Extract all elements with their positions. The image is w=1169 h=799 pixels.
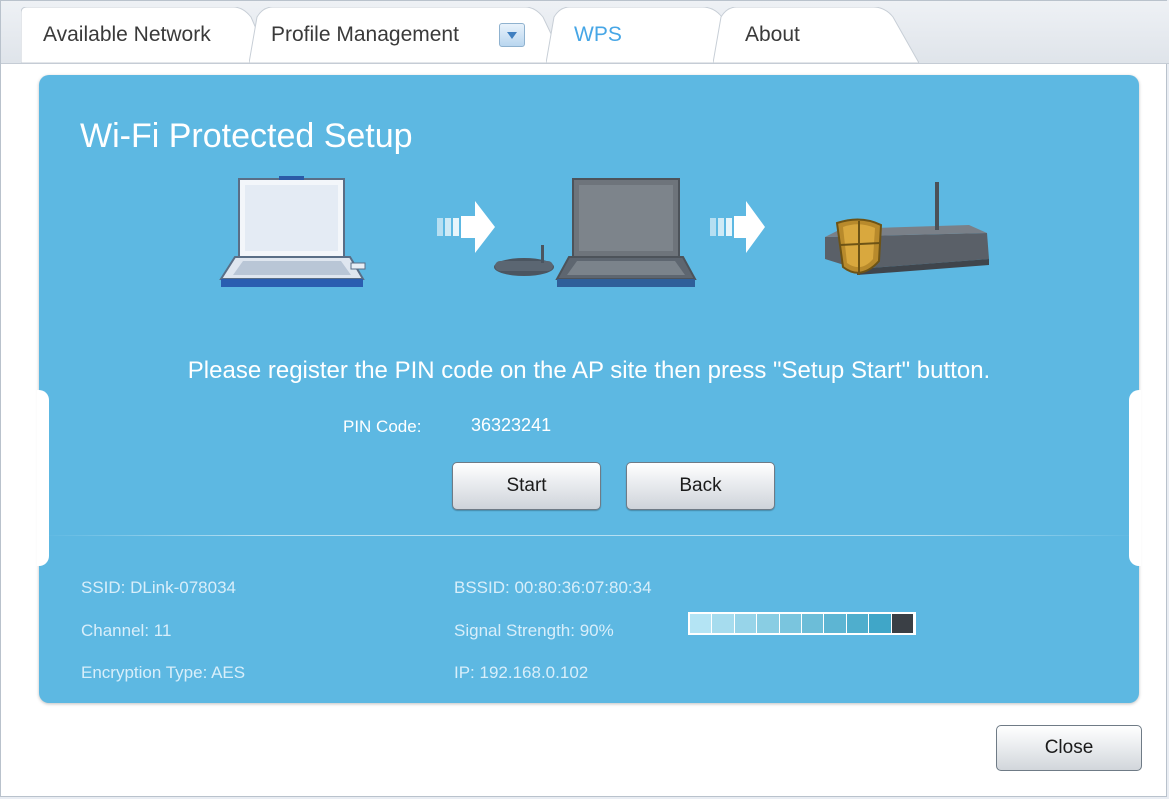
tab-label: WPS — [574, 23, 622, 46]
wps-steps-illustration — [219, 176, 989, 287]
laptop-icon — [219, 176, 366, 287]
tab-label: About — [745, 23, 800, 46]
panel-notch-right — [1129, 390, 1141, 566]
laptop-router-icon — [494, 178, 697, 287]
tab-available-network[interactable]: Available Network — [21, 7, 271, 63]
tab-bar: Available Network Profile Management WPS — [1, 1, 1169, 64]
channel-text: Channel: 11 — [81, 621, 172, 640]
instruction-text: Please register the PIN code on the AP s… — [187, 357, 991, 384]
signal-segment — [869, 614, 892, 633]
signal-segment — [690, 614, 713, 633]
signal-segment — [802, 614, 825, 633]
signal-strength-meter — [688, 612, 916, 635]
signal-segment — [824, 614, 847, 633]
secure-router-icon — [825, 182, 989, 275]
start-button[interactable]: Start — [452, 462, 601, 510]
signal-segment — [734, 614, 758, 633]
ssid-text: SSID: DLink-078034 — [81, 578, 236, 597]
signal-segment — [846, 614, 870, 633]
signal-segment — [779, 614, 803, 633]
ip-address-text: IP: 192.168.0.102 — [454, 663, 589, 682]
back-button[interactable]: Back — [626, 462, 775, 510]
tab-about[interactable]: About — [713, 7, 919, 63]
tab-label: Profile Management — [271, 23, 459, 46]
wps-panel: Wi-Fi Protected Setup Please register th… — [37, 75, 1141, 703]
signal-segment — [712, 614, 735, 633]
arrow-right-icon — [437, 201, 495, 253]
wps-utility-window: Available Network Profile Management WPS — [0, 0, 1169, 797]
chevron-down-icon — [507, 32, 517, 39]
encryption-type-text: Encryption Type: AES — [81, 663, 246, 682]
pin-code-label: PIN Code: — [343, 417, 422, 436]
arrow-right-icon — [710, 201, 765, 253]
tab-label: Available Network — [43, 23, 211, 46]
pin-code-value: 36323241 — [471, 415, 552, 435]
profile-dropdown-button[interactable] — [499, 23, 525, 47]
signal-segment — [891, 614, 915, 633]
signal-strength-text: Signal Strength: 90% — [454, 621, 614, 640]
panel-divider — [39, 535, 1139, 536]
signal-segment — [757, 614, 780, 633]
panel-notch-left — [37, 390, 49, 566]
close-button[interactable]: Close — [996, 725, 1142, 771]
bssid-text: BSSID: 00:80:36:07:80:34 — [454, 578, 652, 597]
